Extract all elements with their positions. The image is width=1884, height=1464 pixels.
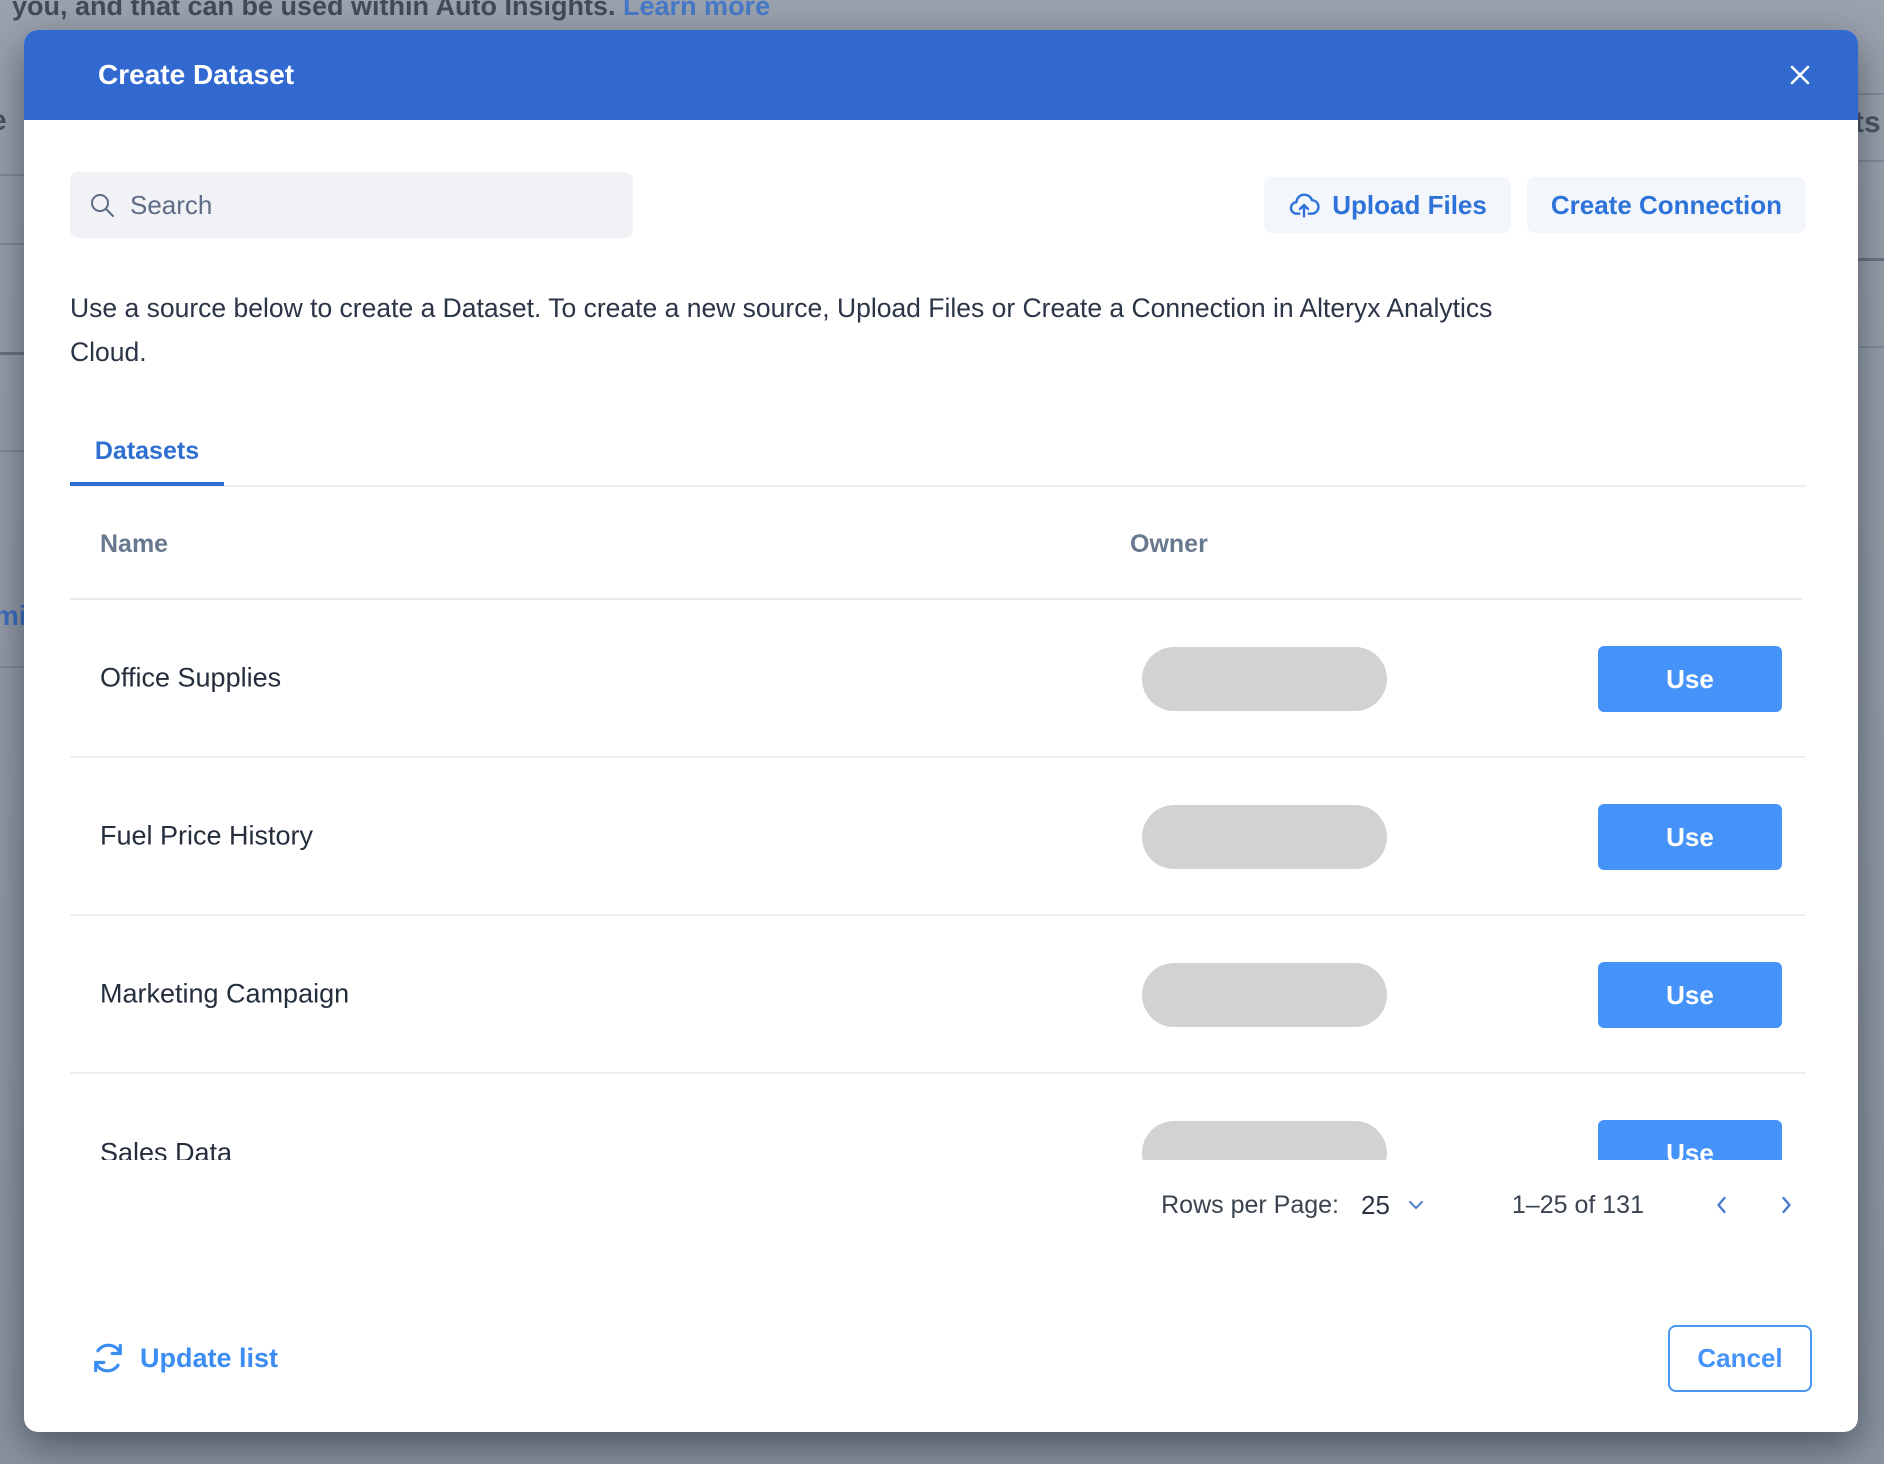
upload-files-button[interactable]: Upload Files bbox=[1264, 177, 1511, 233]
modal-header: Create Dataset bbox=[24, 30, 1858, 120]
update-list-label: Update list bbox=[140, 1343, 278, 1374]
table-row: Marketing Campaign Use bbox=[70, 916, 1806, 1074]
dataset-name: Fuel Price History bbox=[100, 821, 313, 852]
tab-track bbox=[70, 485, 1806, 487]
toolbar: Upload Files Create Connection bbox=[70, 172, 1806, 238]
modal-description: Use a source below to create a Dataset. … bbox=[70, 286, 1500, 374]
background-fragment-left: e bbox=[0, 104, 7, 138]
background-row-line bbox=[1858, 160, 1884, 162]
owner-redacted-pill bbox=[1142, 805, 1387, 869]
close-icon bbox=[1786, 61, 1814, 89]
pagination-range: 1–25 of 131 bbox=[1512, 1191, 1644, 1220]
column-header-owner: Owner bbox=[1130, 530, 1208, 559]
create-dataset-modal: Create Dataset Upload Files Create bbox=[24, 30, 1858, 1432]
tab-datasets[interactable]: Datasets bbox=[70, 437, 224, 486]
background-row-line bbox=[0, 666, 24, 668]
pagination-bar: Rows per Page: 25 1–25 of 131 bbox=[70, 1160, 1806, 1250]
background-text: you, and that can be used within Auto In… bbox=[12, 0, 623, 21]
search-icon bbox=[88, 191, 116, 219]
update-list-button[interactable]: Update list bbox=[90, 1330, 278, 1386]
search-input[interactable] bbox=[130, 190, 615, 221]
chevron-down-icon bbox=[1404, 1193, 1428, 1217]
table-row: Office Supplies Use bbox=[70, 600, 1806, 758]
background-row-line bbox=[1858, 346, 1884, 348]
owner-redacted-pill bbox=[1142, 963, 1387, 1027]
owner-redacted-pill bbox=[1142, 1121, 1387, 1160]
background-row-line bbox=[0, 450, 24, 452]
background-row-line bbox=[0, 174, 24, 176]
background-row-line bbox=[1858, 258, 1884, 261]
rows-per-page-label: Rows per Page: bbox=[1161, 1191, 1339, 1220]
create-connection-label: Create Connection bbox=[1551, 190, 1782, 221]
chevron-left-icon bbox=[1710, 1193, 1734, 1217]
owner-redacted-pill bbox=[1142, 647, 1387, 711]
background-page-text: you, and that can be used within Auto In… bbox=[12, 0, 770, 22]
table-row: Sales Data Use bbox=[70, 1074, 1806, 1160]
create-connection-button[interactable]: Create Connection bbox=[1527, 177, 1806, 233]
chevron-right-icon bbox=[1774, 1193, 1798, 1217]
background-fragment-link: mi bbox=[0, 600, 27, 632]
column-header-name: Name bbox=[100, 530, 168, 559]
search-box bbox=[70, 172, 633, 238]
modal-title: Create Dataset bbox=[98, 30, 294, 120]
close-button[interactable] bbox=[1778, 53, 1822, 97]
upload-cloud-icon bbox=[1288, 189, 1320, 221]
use-button[interactable]: Use bbox=[1598, 646, 1782, 712]
background-row-line bbox=[1858, 93, 1884, 95]
use-button[interactable]: Use bbox=[1598, 1120, 1782, 1160]
rows-per-page-select[interactable]: 25 bbox=[1361, 1190, 1428, 1221]
table-row: Fuel Price History Use bbox=[70, 758, 1806, 916]
dataset-name: Sales Data bbox=[100, 1138, 232, 1161]
use-button[interactable]: Use bbox=[1598, 804, 1782, 870]
dataset-list: Office Supplies Use Fuel Price History U… bbox=[70, 600, 1806, 1160]
learn-more-link: Learn more bbox=[623, 0, 770, 21]
dataset-name: Office Supplies bbox=[100, 663, 281, 694]
previous-page-button[interactable] bbox=[1702, 1185, 1742, 1225]
background-row-line bbox=[0, 243, 24, 245]
background-row-line bbox=[0, 352, 24, 355]
refresh-icon bbox=[90, 1340, 126, 1376]
use-button[interactable]: Use bbox=[1598, 962, 1782, 1028]
background-fragment-right: ts bbox=[1854, 106, 1881, 140]
cancel-button[interactable]: Cancel bbox=[1668, 1325, 1812, 1392]
next-page-button[interactable] bbox=[1766, 1185, 1806, 1225]
upload-files-label: Upload Files bbox=[1332, 190, 1487, 221]
rows-per-page-value: 25 bbox=[1361, 1190, 1390, 1221]
dataset-name: Marketing Campaign bbox=[100, 979, 349, 1010]
